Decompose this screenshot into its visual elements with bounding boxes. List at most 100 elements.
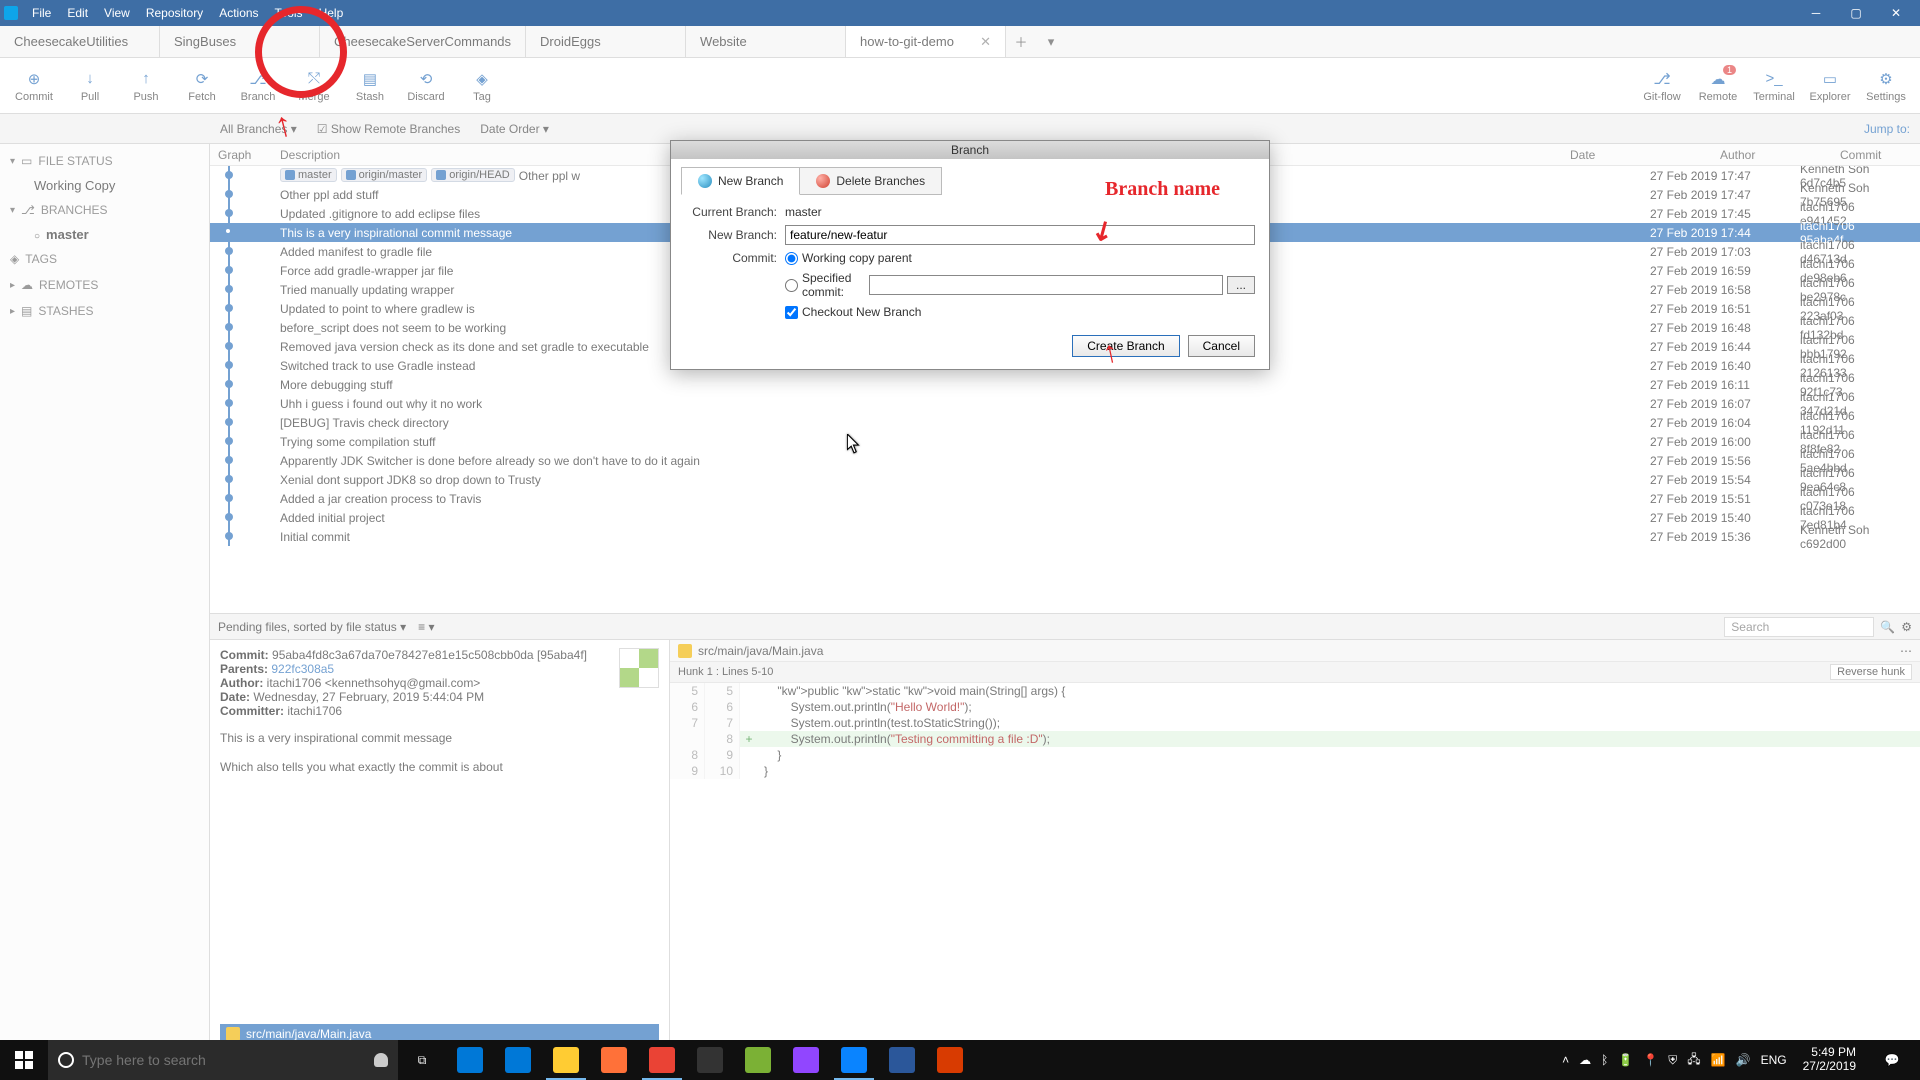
start-button[interactable] <box>0 1040 48 1080</box>
tray-security-icon[interactable]: ⛨ <box>1668 1053 1677 1068</box>
toolbar-stash-button[interactable]: ▤Stash <box>342 59 398 113</box>
create-branch-button[interactable]: Create Branch <box>1072 335 1179 357</box>
window-minimize-button[interactable]: ─ <box>1796 0 1836 26</box>
toolbar-commit-button[interactable]: ⊕Commit <box>6 59 62 113</box>
taskbar-app-sourcetree[interactable] <box>830 1040 878 1080</box>
toolbar-tag-button[interactable]: ◈Tag <box>454 59 510 113</box>
col-graph[interactable]: Graph <box>210 144 280 165</box>
menu-repository[interactable]: Repository <box>138 4 211 22</box>
commit-row[interactable]: Apparently JDK Switcher is done before a… <box>210 451 1920 470</box>
commit-row[interactable]: Added a jar creation process to Travis27… <box>210 489 1920 508</box>
diff-line[interactable]: 77 System.out.println(test.toStaticStrin… <box>670 715 1920 731</box>
menu-tools[interactable]: Tools <box>267 4 311 22</box>
taskbar-app-chrome[interactable] <box>638 1040 686 1080</box>
commit-row[interactable]: [DEBUG] Travis check directory27 Feb 201… <box>210 413 1920 432</box>
sidebar-branch-master[interactable]: master <box>0 223 209 246</box>
cancel-button[interactable]: Cancel <box>1188 335 1255 357</box>
filter-all-branches[interactable]: All Branches ▾ <box>210 122 307 136</box>
toolbar-explorer-button[interactable]: ▭Explorer <box>1802 59 1858 113</box>
taskbar-app-explorer[interactable] <box>542 1040 590 1080</box>
reverse-hunk-button[interactable]: Reverse hunk <box>1830 664 1912 680</box>
tab-menu-button[interactable]: ▾ <box>1036 26 1066 57</box>
details-search-input[interactable] <box>1724 617 1874 637</box>
taskbar-app-twitch[interactable] <box>782 1040 830 1080</box>
toolbar-terminal-button[interactable]: >_Terminal <box>1746 59 1802 113</box>
dialog-tab-new-branch[interactable]: New Branch <box>681 167 800 195</box>
diff-line[interactable]: 8+ System.out.println("Testing committin… <box>670 731 1920 747</box>
repo-tab[interactable]: how-to-git-demo✕ <box>846 26 1006 57</box>
menu-view[interactable]: View <box>96 4 138 22</box>
taskbar-search[interactable] <box>48 1040 398 1080</box>
taskbar-app-firefox[interactable] <box>590 1040 638 1080</box>
repo-tab[interactable]: DroidEggs <box>526 26 686 57</box>
repo-tab[interactable]: CheesecakeUtilities <box>0 26 160 57</box>
checkbox-checkout-new-branch[interactable]: Checkout New Branch <box>785 305 1255 319</box>
commit-row[interactable]: Trying some compilation stuff27 Feb 2019… <box>210 432 1920 451</box>
tray-battery-icon[interactable]: 🔋 <box>1618 1053 1633 1067</box>
tray-volume-icon[interactable]: 🔊 <box>1736 1053 1751 1067</box>
commit-row[interactable]: More debugging stuff27 Feb 2019 16:11ita… <box>210 375 1920 394</box>
details-search-icon[interactable]: 🔍 <box>1880 620 1895 634</box>
menu-file[interactable]: File <box>24 4 59 22</box>
new-branch-input[interactable] <box>785 225 1255 245</box>
tray-onedrive-icon[interactable]: ☁ <box>1579 1053 1591 1067</box>
specified-commit-input[interactable] <box>869 275 1223 295</box>
repo-tab[interactable]: CheesecakeServerCommands <box>320 26 526 57</box>
diff-file-header[interactable]: src/main/java/Main.java ⋯ <box>670 640 1920 662</box>
taskbar-app-word[interactable] <box>878 1040 926 1080</box>
filter-show-remote[interactable]: ☑ Show Remote Branches <box>307 122 471 136</box>
tray-clock[interactable]: 5:49 PM27/2/2019 <box>1797 1046 1862 1074</box>
menu-edit[interactable]: Edit <box>59 4 96 22</box>
radio-specified-commit[interactable]: Specified commit: <box>785 271 869 299</box>
col-author[interactable]: Author <box>1720 144 1840 165</box>
taskbar-search-input[interactable] <box>82 1052 366 1068</box>
details-settings-icon[interactable]: ⚙ <box>1901 620 1912 634</box>
toolbar-settings-button[interactable]: ⚙Settings <box>1858 59 1914 113</box>
menu-help[interactable]: Help <box>311 4 352 22</box>
browse-commit-button[interactable]: ... <box>1227 276 1255 294</box>
filter-date-order[interactable]: Date Order ▾ <box>470 122 559 136</box>
pending-label[interactable]: Pending files, sorted by file status ▾ <box>218 620 406 634</box>
taskbar-app-notion[interactable] <box>686 1040 734 1080</box>
tray-network-icon[interactable]: 🖧 <box>1687 1050 1700 1071</box>
toolbar-merge-button[interactable]: ⤲Merge <box>286 59 342 113</box>
taskbar-app-store[interactable] <box>494 1040 542 1080</box>
parent-hash-link[interactable]: 922fc308a5 <box>271 662 334 676</box>
window-maximize-button[interactable]: ▢ <box>1836 0 1876 26</box>
commit-row[interactable]: Uhh i guess i found out why it no work27… <box>210 394 1920 413</box>
tray-location-icon[interactable]: 📍 <box>1643 1053 1658 1067</box>
diff-line[interactable]: 910} <box>670 763 1920 779</box>
taskbar-app-minecraft[interactable] <box>734 1040 782 1080</box>
commit-row[interactable]: Xenial dont support JDK8 so drop down to… <box>210 470 1920 489</box>
diff-line[interactable]: 89 } <box>670 747 1920 763</box>
add-tab-button[interactable]: ＋ <box>1006 26 1036 57</box>
task-view-button[interactable]: ⧉ <box>398 1040 446 1080</box>
diff-collapse-icon[interactable]: ⋯ <box>1900 644 1912 658</box>
tray-notifications-icon[interactable]: 💬 <box>1872 1040 1912 1080</box>
window-close-button[interactable]: ✕ <box>1876 0 1916 26</box>
menu-actions[interactable]: Actions <box>211 4 266 22</box>
diff-lines[interactable]: 55 "kw">public "kw">static "kw">void mai… <box>670 683 1920 1054</box>
repo-tab[interactable]: Website <box>686 26 846 57</box>
tray-bluetooth-icon[interactable]: ᛒ <box>1601 1053 1608 1067</box>
jump-to[interactable]: Jump to: <box>1864 122 1920 136</box>
toolbar-pull-button[interactable]: ↓Pull <box>62 59 118 113</box>
close-icon[interactable]: ✕ <box>972 34 991 50</box>
sidebar-remotes[interactable]: ▸☁REMOTES <box>0 272 209 298</box>
radio-working-copy-parent[interactable]: Working copy parent <box>785 251 1255 265</box>
sidebar-file-status[interactable]: ▾▭FILE STATUS <box>0 148 209 174</box>
diff-line[interactable]: 66 System.out.println("Hello World!"); <box>670 699 1920 715</box>
toolbar-branch-button[interactable]: ⎇Branch <box>230 59 286 113</box>
repo-tab[interactable]: SingBuses <box>160 26 320 57</box>
toolbar-remote-button[interactable]: ☁Remote <box>1690 59 1746 113</box>
commit-row[interactable]: Initial commit27 Feb 2019 15:36Kenneth S… <box>210 527 1920 546</box>
col-commit[interactable]: Commit <box>1840 144 1920 165</box>
tray-language[interactable]: ENG <box>1761 1053 1787 1067</box>
sort-options-icon[interactable]: ≡ ▾ <box>418 620 434 634</box>
taskbar-app-edge[interactable] <box>446 1040 494 1080</box>
diff-line[interactable]: 55 "kw">public "kw">static "kw">void mai… <box>670 683 1920 699</box>
commit-row[interactable]: Added initial project27 Feb 2019 15:40it… <box>210 508 1920 527</box>
sidebar-branches[interactable]: ▾⎇BRANCHES <box>0 197 209 223</box>
sidebar-working-copy[interactable]: Working Copy <box>0 174 209 197</box>
toolbar-git-flow-button[interactable]: ⎇Git-flow <box>1634 59 1690 113</box>
